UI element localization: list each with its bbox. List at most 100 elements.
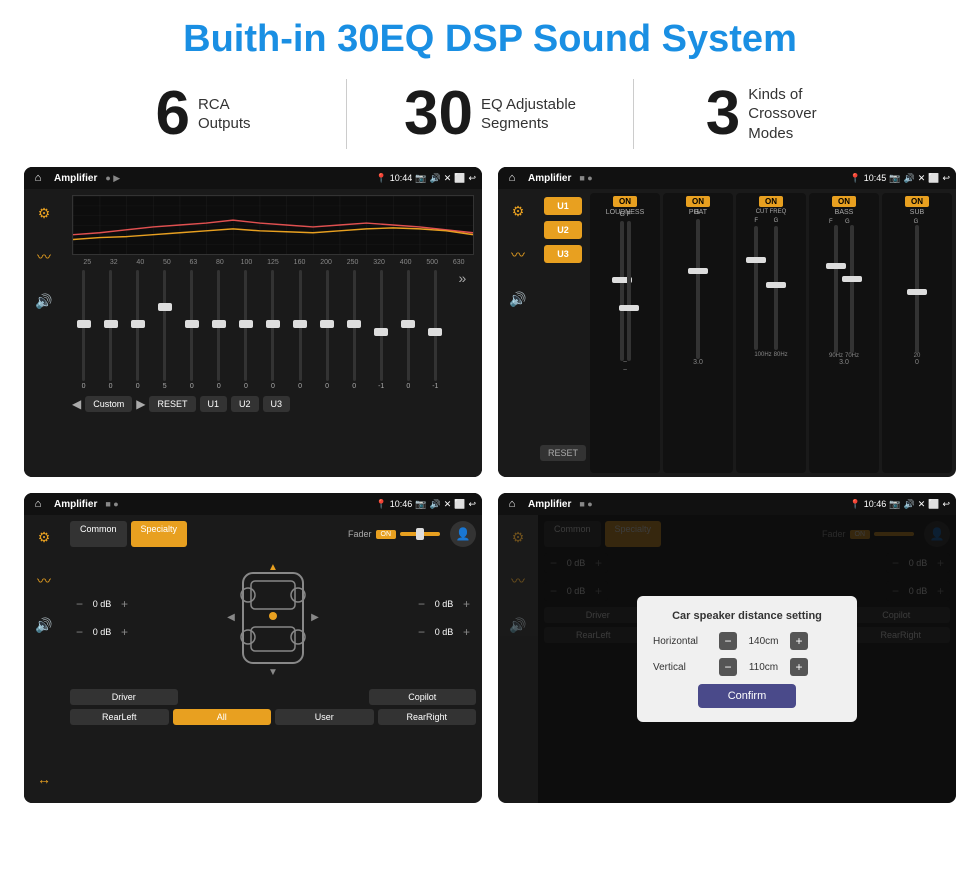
eq-main: 25 32 40 50 63 80 100 125 160 200 250 32…: [64, 189, 482, 477]
loudness-slider-f[interactable]: F: [627, 221, 631, 361]
eq-slider-8[interactable]: 0: [289, 270, 312, 390]
tab-common[interactable]: Common: [70, 521, 127, 547]
speaker-icon[interactable]: 🔊: [30, 287, 58, 315]
sub-label: SUB: [910, 209, 924, 216]
eq-slider-9[interactable]: 0: [316, 270, 339, 390]
eq-slider-7[interactable]: 0: [261, 270, 284, 390]
status-bar-1: ⌂ Amplifier ● ▶ 📍 10:44 📷🔊✕⬜↩: [24, 167, 482, 189]
eq-slider-11[interactable]: -1: [370, 270, 393, 390]
loudness-on[interactable]: ON: [613, 196, 637, 207]
eq-slider-0[interactable]: 0: [72, 270, 95, 390]
eq-slider-6[interactable]: 0: [234, 270, 257, 390]
screen2-title: Amplifier: [528, 173, 571, 184]
s3-speaker-icon[interactable]: 🔊: [30, 611, 58, 639]
eq-u2-btn[interactable]: U2: [231, 396, 259, 412]
s4-left-panel: ⚙ 〰 🔊: [498, 515, 538, 803]
preset-u2[interactable]: U2: [544, 221, 582, 239]
s3-expand-icon[interactable]: ↔: [30, 765, 58, 793]
cutfreq-on[interactable]: ON: [759, 196, 783, 207]
eq-u1-btn[interactable]: U1: [200, 396, 228, 412]
s3-tabs: Common Specialty Fader ON 👤: [70, 521, 476, 547]
cutfreq-label: CUT FREQ: [756, 209, 787, 215]
screen4-title: Amplifier: [528, 499, 571, 510]
eq-freq-labels: 25 32 40 50 63 80 100 125 160 200 250 32…: [72, 259, 474, 266]
eq-slider-12[interactable]: 0: [397, 270, 420, 390]
eq-slider-4[interactable]: 0: [180, 270, 203, 390]
tab-specialty[interactable]: Specialty: [131, 521, 188, 547]
phat-on[interactable]: ON: [686, 196, 710, 207]
s2-left-panel: ⚙ 〰 🔊: [498, 189, 538, 477]
screen3-content: ⚙ 〰 🔊 ↔ Common Specialty Fader ON: [24, 515, 482, 803]
db-plus-fr[interactable]: +: [463, 597, 470, 611]
eq-slider-3[interactable]: 5: [153, 270, 176, 390]
vertical-minus-btn[interactable]: −: [719, 658, 737, 676]
btn-all[interactable]: All: [173, 709, 272, 725]
eq-slider-2[interactable]: 0: [126, 270, 149, 390]
stat-label-eq: EQ Adjustable Segments: [481, 95, 576, 134]
left-panel-1: ⚙ 〰 🔊: [24, 189, 64, 477]
s3-eq-icon[interactable]: ⚙: [30, 523, 58, 551]
sub-on[interactable]: ON: [905, 196, 929, 207]
screen-channels: ⌂ Amplifier ■ ● 📍 10:45 📷🔊✕⬜↩ ⚙ 〰 🔊 U1 U…: [498, 167, 956, 477]
loudness-values: ~~: [623, 359, 627, 374]
eq-next-btn[interactable]: ▶: [136, 397, 145, 411]
stat-number-crossover: 3: [706, 83, 740, 145]
s3-left-db: − 0 dB + − 0 dB +: [70, 553, 134, 683]
stats-row: 6 RCA Outputs 30 EQ Adjustable Segments …: [0, 71, 980, 163]
confirm-button[interactable]: Confirm: [698, 684, 797, 708]
db-minus-rr[interactable]: −: [418, 625, 425, 639]
eq-slider-5[interactable]: 0: [207, 270, 230, 390]
horizontal-label: Horizontal: [653, 636, 713, 647]
horizontal-plus-btn[interactable]: +: [790, 632, 808, 650]
eq-prev-btn[interactable]: ◀: [72, 397, 81, 411]
btn-driver[interactable]: Driver: [70, 689, 178, 705]
btn-user[interactable]: User: [275, 709, 374, 725]
db-control-fr: − 0 dB +: [412, 594, 476, 614]
eq-slider-13[interactable]: -1: [424, 270, 447, 390]
wave-icon[interactable]: 〰: [30, 243, 58, 271]
eq-custom-btn[interactable]: Custom: [85, 396, 132, 412]
status-icons-4: 📍 10:46 📷🔊✕⬜↩: [850, 499, 951, 510]
db-plus-rr[interactable]: +: [463, 625, 470, 639]
s2-eq-icon[interactable]: ⚙: [504, 197, 532, 225]
vertical-plus-btn[interactable]: +: [790, 658, 808, 676]
preset-u1[interactable]: U1: [544, 197, 582, 215]
eq-slider-1[interactable]: 0: [99, 270, 122, 390]
s2-wave-icon[interactable]: 〰: [504, 241, 532, 269]
db-minus-fr[interactable]: −: [418, 597, 425, 611]
loudness-slider-g[interactable]: G: [620, 221, 624, 361]
home-icon-3[interactable]: ⌂: [30, 496, 46, 512]
stat-number-eq: 30: [404, 83, 473, 145]
s3-right-db: − 0 dB + − 0 dB +: [412, 553, 476, 683]
stat-rca: 6 RCA Outputs: [60, 83, 346, 145]
screen2-content: ⚙ 〰 🔊 U1 U2 U3 RESET ON LOUDNESS G: [498, 189, 956, 477]
s2-speaker-icon[interactable]: 🔊: [504, 285, 532, 313]
stat-label-rca: RCA Outputs: [198, 95, 251, 134]
home-icon-4[interactable]: ⌂: [504, 496, 520, 512]
db-plus-rl[interactable]: +: [121, 625, 128, 639]
btn-copilot[interactable]: Copilot: [369, 689, 477, 705]
btn-rearright[interactable]: RearRight: [378, 709, 477, 725]
home-icon-1[interactable]: ⌂: [30, 170, 46, 186]
eq-slider-more[interactable]: »: [451, 270, 474, 390]
bass-on[interactable]: ON: [832, 196, 856, 207]
eq-reset-btn[interactable]: RESET: [149, 396, 195, 412]
eq-icon[interactable]: ⚙: [30, 199, 58, 227]
s2-reset-btn[interactable]: RESET: [540, 445, 586, 461]
s3-wave-icon[interactable]: 〰: [30, 567, 58, 595]
eq-u3-btn[interactable]: U3: [263, 396, 291, 412]
dialog-vertical-row: Vertical − 110cm +: [653, 658, 841, 676]
db-minus-rl[interactable]: −: [76, 625, 83, 639]
btn-rearleft[interactable]: RearLeft: [70, 709, 169, 725]
preset-u3[interactable]: U3: [544, 245, 582, 263]
channel-phat: ON PHAT G 3.0: [663, 193, 733, 473]
horizontal-minus-btn[interactable]: −: [719, 632, 737, 650]
fader-on-badge: ON: [376, 530, 397, 539]
s4-wave-icon: 〰: [504, 567, 532, 595]
horizontal-control: − 140cm +: [719, 632, 808, 650]
home-icon-2[interactable]: ⌂: [504, 170, 520, 186]
db-minus-fl[interactable]: −: [76, 597, 83, 611]
stat-eq: 30 EQ Adjustable Segments: [347, 83, 633, 145]
eq-slider-10[interactable]: 0: [343, 270, 366, 390]
db-plus-fl[interactable]: +: [121, 597, 128, 611]
